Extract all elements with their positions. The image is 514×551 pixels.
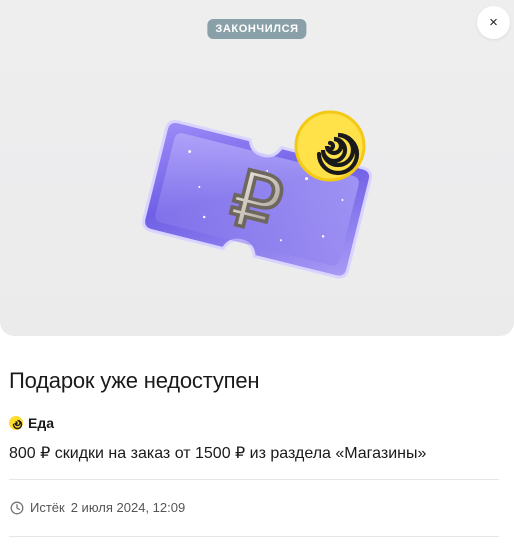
expiry-row: Истёк 2 июля 2024, 12:09 bbox=[10, 500, 185, 515]
divider bbox=[9, 536, 499, 537]
ticket-illustration: ₽ bbox=[142, 110, 373, 279]
brand-name: Еда bbox=[28, 415, 55, 431]
close-button[interactable]: × bbox=[477, 6, 510, 39]
close-icon: × bbox=[489, 14, 498, 31]
expiry-date: 2 июля 2024, 12:09 bbox=[70, 500, 186, 515]
brand-row: Еда bbox=[9, 415, 54, 431]
eda-logo-icon bbox=[9, 416, 23, 430]
yandex-spiral-icon bbox=[294, 110, 366, 182]
hero-banner: ЗАКОНЧИЛСЯ × ₽ bbox=[0, 0, 514, 336]
page-title: Подарок уже недоступен bbox=[9, 368, 260, 393]
divider bbox=[9, 479, 499, 480]
expiry-label: Истёк bbox=[30, 500, 65, 515]
gift-description: 800 ₽ скидки на заказ от 1500 ₽ из разде… bbox=[9, 445, 427, 462]
status-badge: ЗАКОНЧИЛСЯ bbox=[207, 19, 307, 39]
clock-icon bbox=[10, 501, 24, 514]
